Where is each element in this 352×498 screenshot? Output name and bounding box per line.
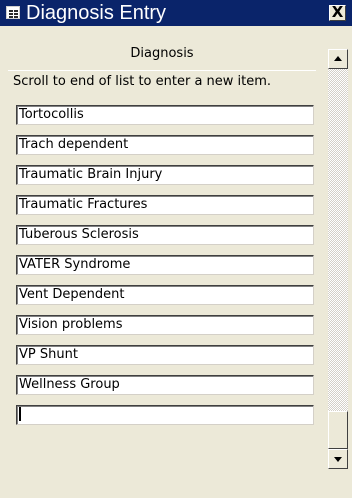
form-icon [6, 6, 20, 19]
diagnosis-field[interactable]: Traumatic Fractures [16, 195, 314, 215]
diagnosis-field[interactable]: VP Shunt [16, 345, 314, 365]
close-icon: X [331, 3, 344, 21]
diagnosis-field[interactable]: Tuberous Sclerosis [16, 225, 314, 245]
close-button[interactable]: X [329, 5, 346, 21]
vertical-scrollbar[interactable] [328, 49, 348, 469]
diagnosis-field[interactable]: Wellness Group [16, 375, 314, 395]
diagnosis-field[interactable]: VATER Syndrome [16, 255, 314, 275]
column-header: Diagnosis [130, 46, 194, 61]
title-bar[interactable]: Diagnosis Entry X [0, 0, 352, 26]
diagnosis-field[interactable]: Trach dependent [16, 135, 314, 155]
arrow-up-icon [334, 56, 342, 61]
new-diagnosis-field[interactable] [16, 405, 314, 425]
diagnosis-field[interactable]: Vision problems [16, 315, 314, 335]
diagnosis-field[interactable]: Vent Dependent [16, 285, 314, 305]
instruction-text: Scroll to end of list to enter a new ite… [0, 74, 320, 89]
text-cursor [19, 406, 21, 421]
arrow-down-icon [334, 457, 342, 462]
diagnosis-field[interactable]: Tortocollis [16, 105, 314, 125]
instruction-label: Scroll to end of list to enter a new ite… [13, 74, 272, 89]
scroll-up-button[interactable] [328, 49, 348, 69]
scroll-thumb[interactable] [328, 411, 348, 449]
header-divider [8, 70, 316, 71]
scroll-down-button[interactable] [328, 449, 348, 469]
diagnosis-field[interactable]: Traumatic Brain Injury [16, 165, 314, 185]
window-title: Diagnosis Entry [26, 2, 167, 24]
